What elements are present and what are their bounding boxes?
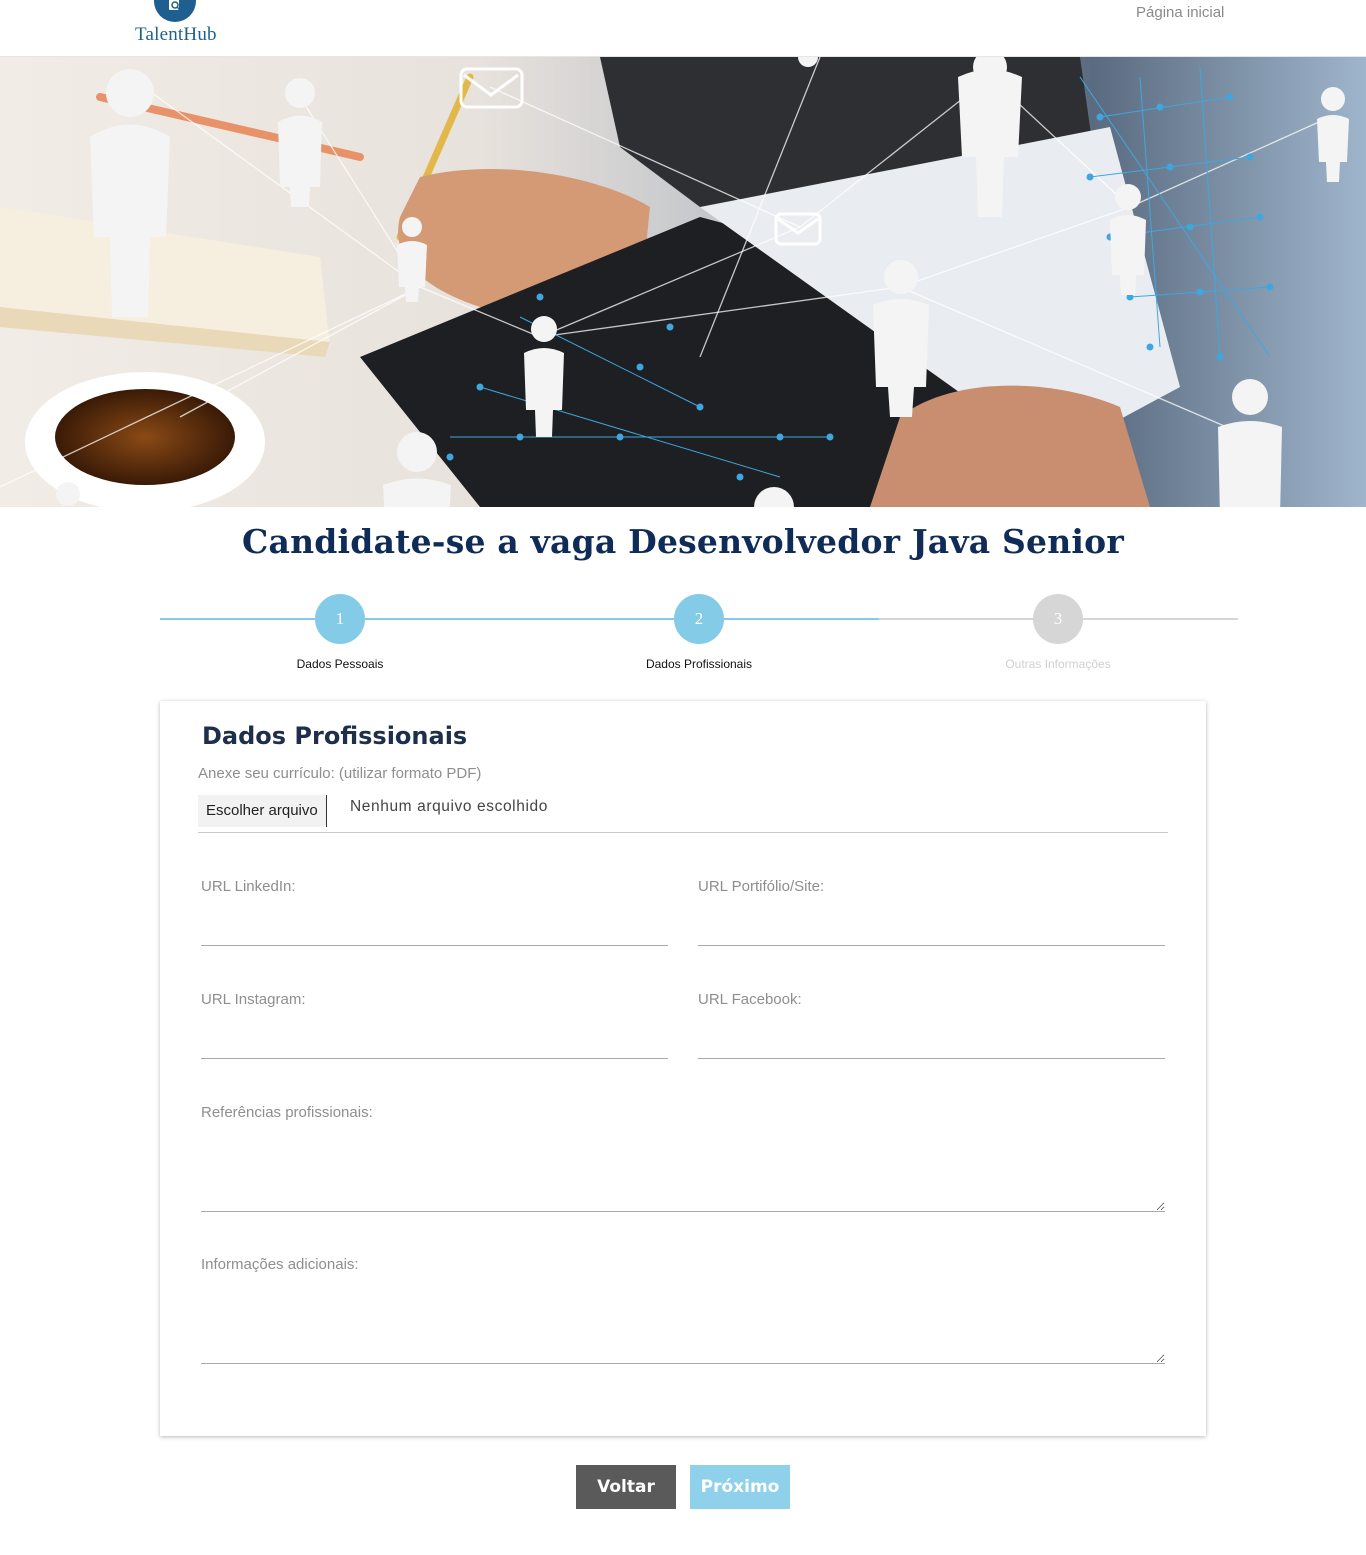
- next-button[interactable]: Próximo: [690, 1465, 790, 1509]
- step-circle-2: 2: [674, 594, 724, 644]
- hero-banner-image: [0, 57, 1366, 507]
- step-circle-1: 1: [315, 594, 365, 644]
- linkedin-url-input[interactable]: [201, 916, 668, 946]
- talenthub-logo[interactable]: TalentHub: [134, 0, 226, 50]
- references-textarea[interactable]: [201, 1133, 1165, 1212]
- linkedin-label: URL LinkedIn:: [201, 878, 296, 895]
- back-button[interactable]: Voltar: [576, 1465, 676, 1509]
- step-label-2: Dados Profissionais: [645, 657, 753, 671]
- step-dados-profissionais[interactable]: 2 Dados Profissionais: [619, 594, 779, 671]
- additional-info-textarea[interactable]: [201, 1285, 1165, 1364]
- portfolio-url-input[interactable]: [698, 916, 1165, 946]
- step-circle-3: 3: [1033, 594, 1083, 644]
- file-status-text: Nenhum arquivo escolhido: [350, 798, 548, 815]
- logo-text: TalentHub: [135, 24, 217, 45]
- choose-file-button[interactable]: Escolher arquivo: [198, 795, 327, 827]
- professional-data-form: Dados Profissionais Anexe seu currículo:…: [160, 701, 1206, 1436]
- step-label-1: Dados Pessoais: [296, 657, 384, 671]
- instagram-url-input[interactable]: [201, 1029, 668, 1059]
- facebook-label: URL Facebook:: [698, 991, 802, 1008]
- instagram-label: URL Instagram:: [201, 991, 306, 1008]
- facebook-url-input[interactable]: [698, 1029, 1165, 1059]
- logo-badge-icon: [154, 0, 196, 22]
- resume-file-input[interactable]: Escolher arquivo Nenhum arquivo escolhid…: [198, 795, 1168, 833]
- portfolio-label: URL Portifólio/Site:: [698, 878, 825, 895]
- step-dados-pessoais[interactable]: 1 Dados Pessoais: [260, 594, 420, 671]
- nav-home-link[interactable]: Página inicial: [1136, 4, 1224, 21]
- references-label: Referências profissionais:: [201, 1104, 373, 1121]
- step-label-3: Outras Informações: [1005, 657, 1111, 671]
- progress-stepper: 1 Dados Pessoais 2 Dados Profissionais 3…: [160, 594, 1238, 674]
- additional-info-label: Informações adicionais:: [201, 1256, 359, 1273]
- top-navbar: TalentHub Página inicial: [0, 0, 1366, 57]
- page-title: Candidate-se a vaga Desenvolvedor Java S…: [242, 522, 1124, 561]
- form-title: Dados Profissionais: [202, 722, 468, 750]
- hero-illustration: [0, 57, 1366, 507]
- resume-label: Anexe seu currículo: (utilizar formato P…: [198, 765, 482, 782]
- step-outras-informacoes[interactable]: 3 Outras Informações: [978, 594, 1138, 671]
